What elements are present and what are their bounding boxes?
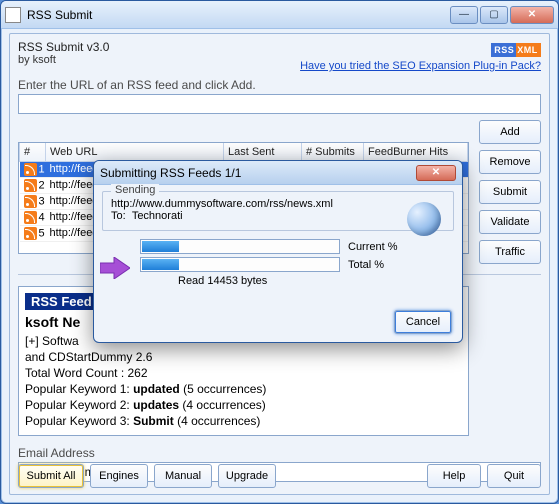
bottom-buttons: Submit All Engines Manual Upgrade Help Q…	[18, 464, 541, 488]
sending-url: http://www.dummysoftware.com/rss/news.xm…	[111, 198, 445, 210]
submitting-dialog: Submitting RSS Feeds 1/1 ✕ Sending http:…	[93, 160, 463, 343]
url-input[interactable]	[18, 94, 541, 114]
window-title: RSS Submit	[27, 8, 450, 22]
validate-button[interactable]: Validate	[479, 210, 541, 234]
close-button[interactable]: ✕	[510, 6, 554, 24]
add-button[interactable]: Add	[479, 120, 541, 144]
submit-button[interactable]: Submit	[479, 180, 541, 204]
status-text: Read 14453 bytes	[178, 275, 454, 287]
dialog-close-button[interactable]: ✕	[416, 165, 456, 181]
to-label: To:	[111, 210, 126, 222]
help-button[interactable]: Help	[427, 464, 481, 488]
dialog-titlebar[interactable]: Submitting RSS Feeds 1/1 ✕	[94, 161, 462, 185]
col-last[interactable]: Last Sent	[224, 143, 302, 161]
sending-group: Sending http://www.dummysoftware.com/rss…	[102, 191, 454, 231]
preview-wordcount: Total Word Count : 262	[25, 366, 462, 380]
sending-legend: Sending	[111, 184, 159, 196]
promo-link[interactable]: Have you tried the SEO Expansion Plug-in…	[300, 60, 541, 72]
maximize-button[interactable]: ▢	[480, 6, 508, 24]
rss-icon	[24, 195, 37, 208]
traffic-button[interactable]: Traffic	[479, 240, 541, 264]
quit-button[interactable]: Quit	[487, 464, 541, 488]
email-label: Email Address	[18, 446, 95, 460]
current-progress	[140, 239, 340, 254]
current-label: Current %	[348, 241, 398, 253]
globe-icon	[407, 202, 441, 236]
col-url[interactable]: Web URL	[46, 143, 224, 161]
url-prompt: Enter the URL of an RSS feed and click A…	[18, 78, 541, 92]
titlebar[interactable]: RSS Submit — ▢ ✕	[1, 1, 558, 29]
upgrade-button[interactable]: Upgrade	[218, 464, 276, 488]
total-progress	[140, 257, 340, 272]
manual-button[interactable]: Manual	[154, 464, 212, 488]
rss-xml-badge: RSS XML	[491, 43, 541, 57]
cancel-button[interactable]: Cancel	[394, 310, 452, 334]
app-title: RSS Submit v3.0	[18, 40, 109, 54]
submit-all-button[interactable]: Submit All	[18, 464, 84, 488]
minimize-button[interactable]: —	[450, 6, 478, 24]
to-value: Technorati	[132, 210, 183, 222]
col-subs[interactable]: # Submits	[302, 143, 364, 161]
app-byline: by ksoft	[18, 54, 109, 66]
preview-badge: RSS Feed	[25, 293, 98, 310]
total-label: Total %	[348, 259, 384, 271]
remove-button[interactable]: Remove	[479, 150, 541, 174]
rss-icon	[24, 179, 37, 192]
app-icon	[5, 7, 21, 23]
rss-icon	[24, 211, 37, 224]
col-fb[interactable]: FeedBurner Hits	[364, 143, 468, 161]
side-buttons: Add Remove Submit Validate Traffic	[479, 120, 541, 264]
rss-icon	[24, 163, 37, 176]
arrow-icon	[100, 257, 130, 279]
preview-line1b: and CDStartDummy 2.6	[25, 350, 152, 364]
rss-icon	[24, 227, 37, 240]
dialog-title: Submitting RSS Feeds 1/1	[100, 166, 416, 180]
col-n[interactable]: #	[20, 143, 46, 161]
preview-line1: [+] Softwa	[25, 334, 79, 348]
engines-button[interactable]: Engines	[90, 464, 148, 488]
